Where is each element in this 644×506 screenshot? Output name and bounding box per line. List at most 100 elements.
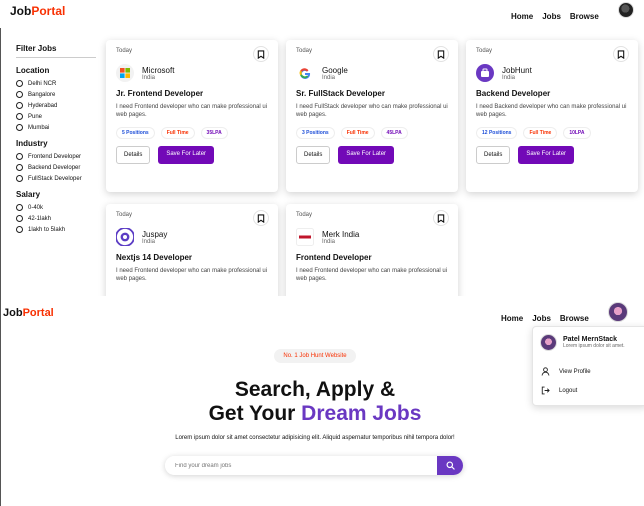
salary-badge: 10LPA	[563, 127, 591, 139]
filter-option[interactable]: 42-1lakh	[16, 213, 96, 224]
avatar[interactable]	[618, 2, 634, 18]
nav-home[interactable]: Home	[511, 12, 533, 21]
filter-option[interactable]: Pune	[16, 111, 96, 122]
filter-option[interactable]: 1lakh to 5lakh	[16, 224, 96, 235]
bookmark-icon	[257, 49, 265, 59]
logout-icon	[541, 386, 550, 395]
details-button[interactable]: Details	[116, 146, 151, 164]
profile-name: Patel MernStack	[563, 336, 618, 343]
bookmark-icon	[617, 49, 625, 59]
profile-bio: Lorem ipsum dolor sit amet.	[563, 343, 625, 349]
nav-jobs[interactable]: Jobs	[542, 12, 561, 21]
logo-prefix: Job	[10, 4, 32, 18]
filter-option-label: Delhi NCR	[28, 80, 57, 87]
radio-icon[interactable]	[16, 204, 23, 211]
filter-option-label: 0-40k	[28, 204, 44, 211]
filter-option-label: 1lakh to 5lakh	[28, 226, 66, 233]
logo-accent: Portal	[22, 307, 54, 319]
filter-option-label: FullStack Developer	[28, 175, 82, 182]
filter-sidebar: Filter Jobs Location Delhi NCR Bangalore…	[16, 44, 96, 235]
top-nav: Home Jobs Browse	[492, 308, 589, 326]
user-icon	[541, 367, 550, 376]
company-location: India	[142, 74, 156, 81]
nav-browse[interactable]: Browse	[560, 314, 589, 323]
filter-option-label: Backend Developer	[28, 164, 81, 171]
hero-badge: No. 1 Job Hunt Website	[274, 349, 356, 363]
filter-option-label: Hyderabad	[28, 102, 58, 109]
job-type-badge: Full Time	[340, 127, 375, 139]
bookmark-button[interactable]	[433, 210, 449, 226]
avatar[interactable]	[608, 302, 628, 322]
company-name: Merk India	[322, 229, 360, 239]
job-description: I need Frontend developer who can make p…	[116, 104, 268, 118]
google-logo-icon	[296, 64, 314, 82]
nav-home[interactable]: Home	[501, 314, 523, 323]
job-card: Today Juspay India Nextjs 14 Developer I …	[106, 204, 278, 296]
radio-icon[interactable]	[16, 153, 23, 160]
jobhunt-logo-icon	[476, 64, 494, 82]
radio-icon[interactable]	[16, 124, 23, 131]
logout-link[interactable]: Logout	[541, 386, 577, 395]
job-title: Backend Developer	[476, 89, 551, 98]
hero-line-2-accent: Dream Jobs	[301, 402, 422, 425]
positions-badge: 12 Positions	[476, 127, 518, 139]
nav-browse[interactable]: Browse	[570, 12, 599, 21]
filter-section-location: Location	[16, 66, 50, 75]
bookmark-button[interactable]	[613, 46, 629, 62]
filter-option-label: Pune	[28, 113, 43, 120]
filter-option[interactable]: 0-40k	[16, 202, 96, 213]
filter-option[interactable]: Hyderabad	[16, 100, 96, 111]
profile-popover: Patel MernStack Lorem ipsum dolor sit am…	[532, 326, 644, 406]
company-name: Microsoft	[142, 65, 175, 75]
details-button[interactable]: Details	[296, 146, 331, 164]
merk-india-logo-icon	[296, 228, 314, 246]
bookmark-button[interactable]	[433, 46, 449, 62]
filter-option[interactable]: Bangalore	[16, 89, 96, 100]
bookmark-button[interactable]	[253, 46, 269, 62]
job-card: Today JobHunt India Backend Developer I n…	[466, 40, 638, 192]
salary-badge: 45LPA	[380, 127, 408, 139]
job-title: Sr. FullStack Developer	[296, 89, 385, 98]
radio-icon[interactable]	[16, 164, 23, 171]
filter-option[interactable]: Mumbai	[16, 122, 96, 133]
filter-option-label: Frontend Developer	[28, 153, 82, 160]
juspay-logo-icon	[116, 228, 134, 246]
job-type-badge: Full Time	[523, 127, 558, 139]
filter-option[interactable]: Frontend Developer	[16, 151, 96, 162]
filter-section-salary: Salary	[16, 190, 41, 199]
bookmark-button[interactable]	[253, 210, 269, 226]
radio-icon[interactable]	[16, 80, 23, 87]
filter-option[interactable]: FullStack Developer	[16, 173, 96, 184]
company-name: Google	[322, 65, 348, 75]
save-for-later-button[interactable]: Save For Later	[158, 146, 215, 164]
posted-date: Today	[116, 212, 133, 218]
radio-icon[interactable]	[16, 113, 23, 120]
radio-icon[interactable]	[16, 91, 23, 98]
radio-icon[interactable]	[16, 215, 23, 222]
job-description: I need FullStack developer who can make …	[296, 104, 448, 118]
bookmark-icon	[437, 213, 445, 223]
save-for-later-button[interactable]: Save For Later	[518, 146, 575, 164]
view-profile-link[interactable]: View Profile	[541, 367, 591, 376]
posted-date: Today	[296, 48, 313, 54]
job-card: Today Microsoft India Jr. Frontend Develo…	[106, 40, 278, 192]
company-location: India	[322, 74, 336, 81]
logo[interactable]: JobPortal	[10, 4, 65, 18]
radio-icon[interactable]	[16, 226, 23, 233]
radio-icon[interactable]	[16, 175, 23, 182]
positions-badge: 5 Positions	[116, 127, 155, 139]
top-nav: Home Jobs Browse	[502, 6, 599, 24]
filter-option-label: 42-1lakh	[28, 215, 52, 222]
bookmark-icon	[437, 49, 445, 59]
logo[interactable]: JobPortal	[3, 307, 54, 319]
radio-icon[interactable]	[16, 102, 23, 109]
company-name: JobHunt	[502, 65, 532, 75]
details-button[interactable]: Details	[476, 146, 511, 164]
filter-option[interactable]: Delhi NCR	[16, 78, 96, 89]
nav-jobs[interactable]: Jobs	[532, 314, 551, 323]
filter-section-industry: Industry	[16, 139, 48, 148]
filter-option[interactable]: Backend Developer	[16, 162, 96, 173]
search-button[interactable]	[437, 456, 463, 475]
save-for-later-button[interactable]: Save For Later	[338, 146, 395, 164]
search-input[interactable]	[165, 456, 437, 475]
